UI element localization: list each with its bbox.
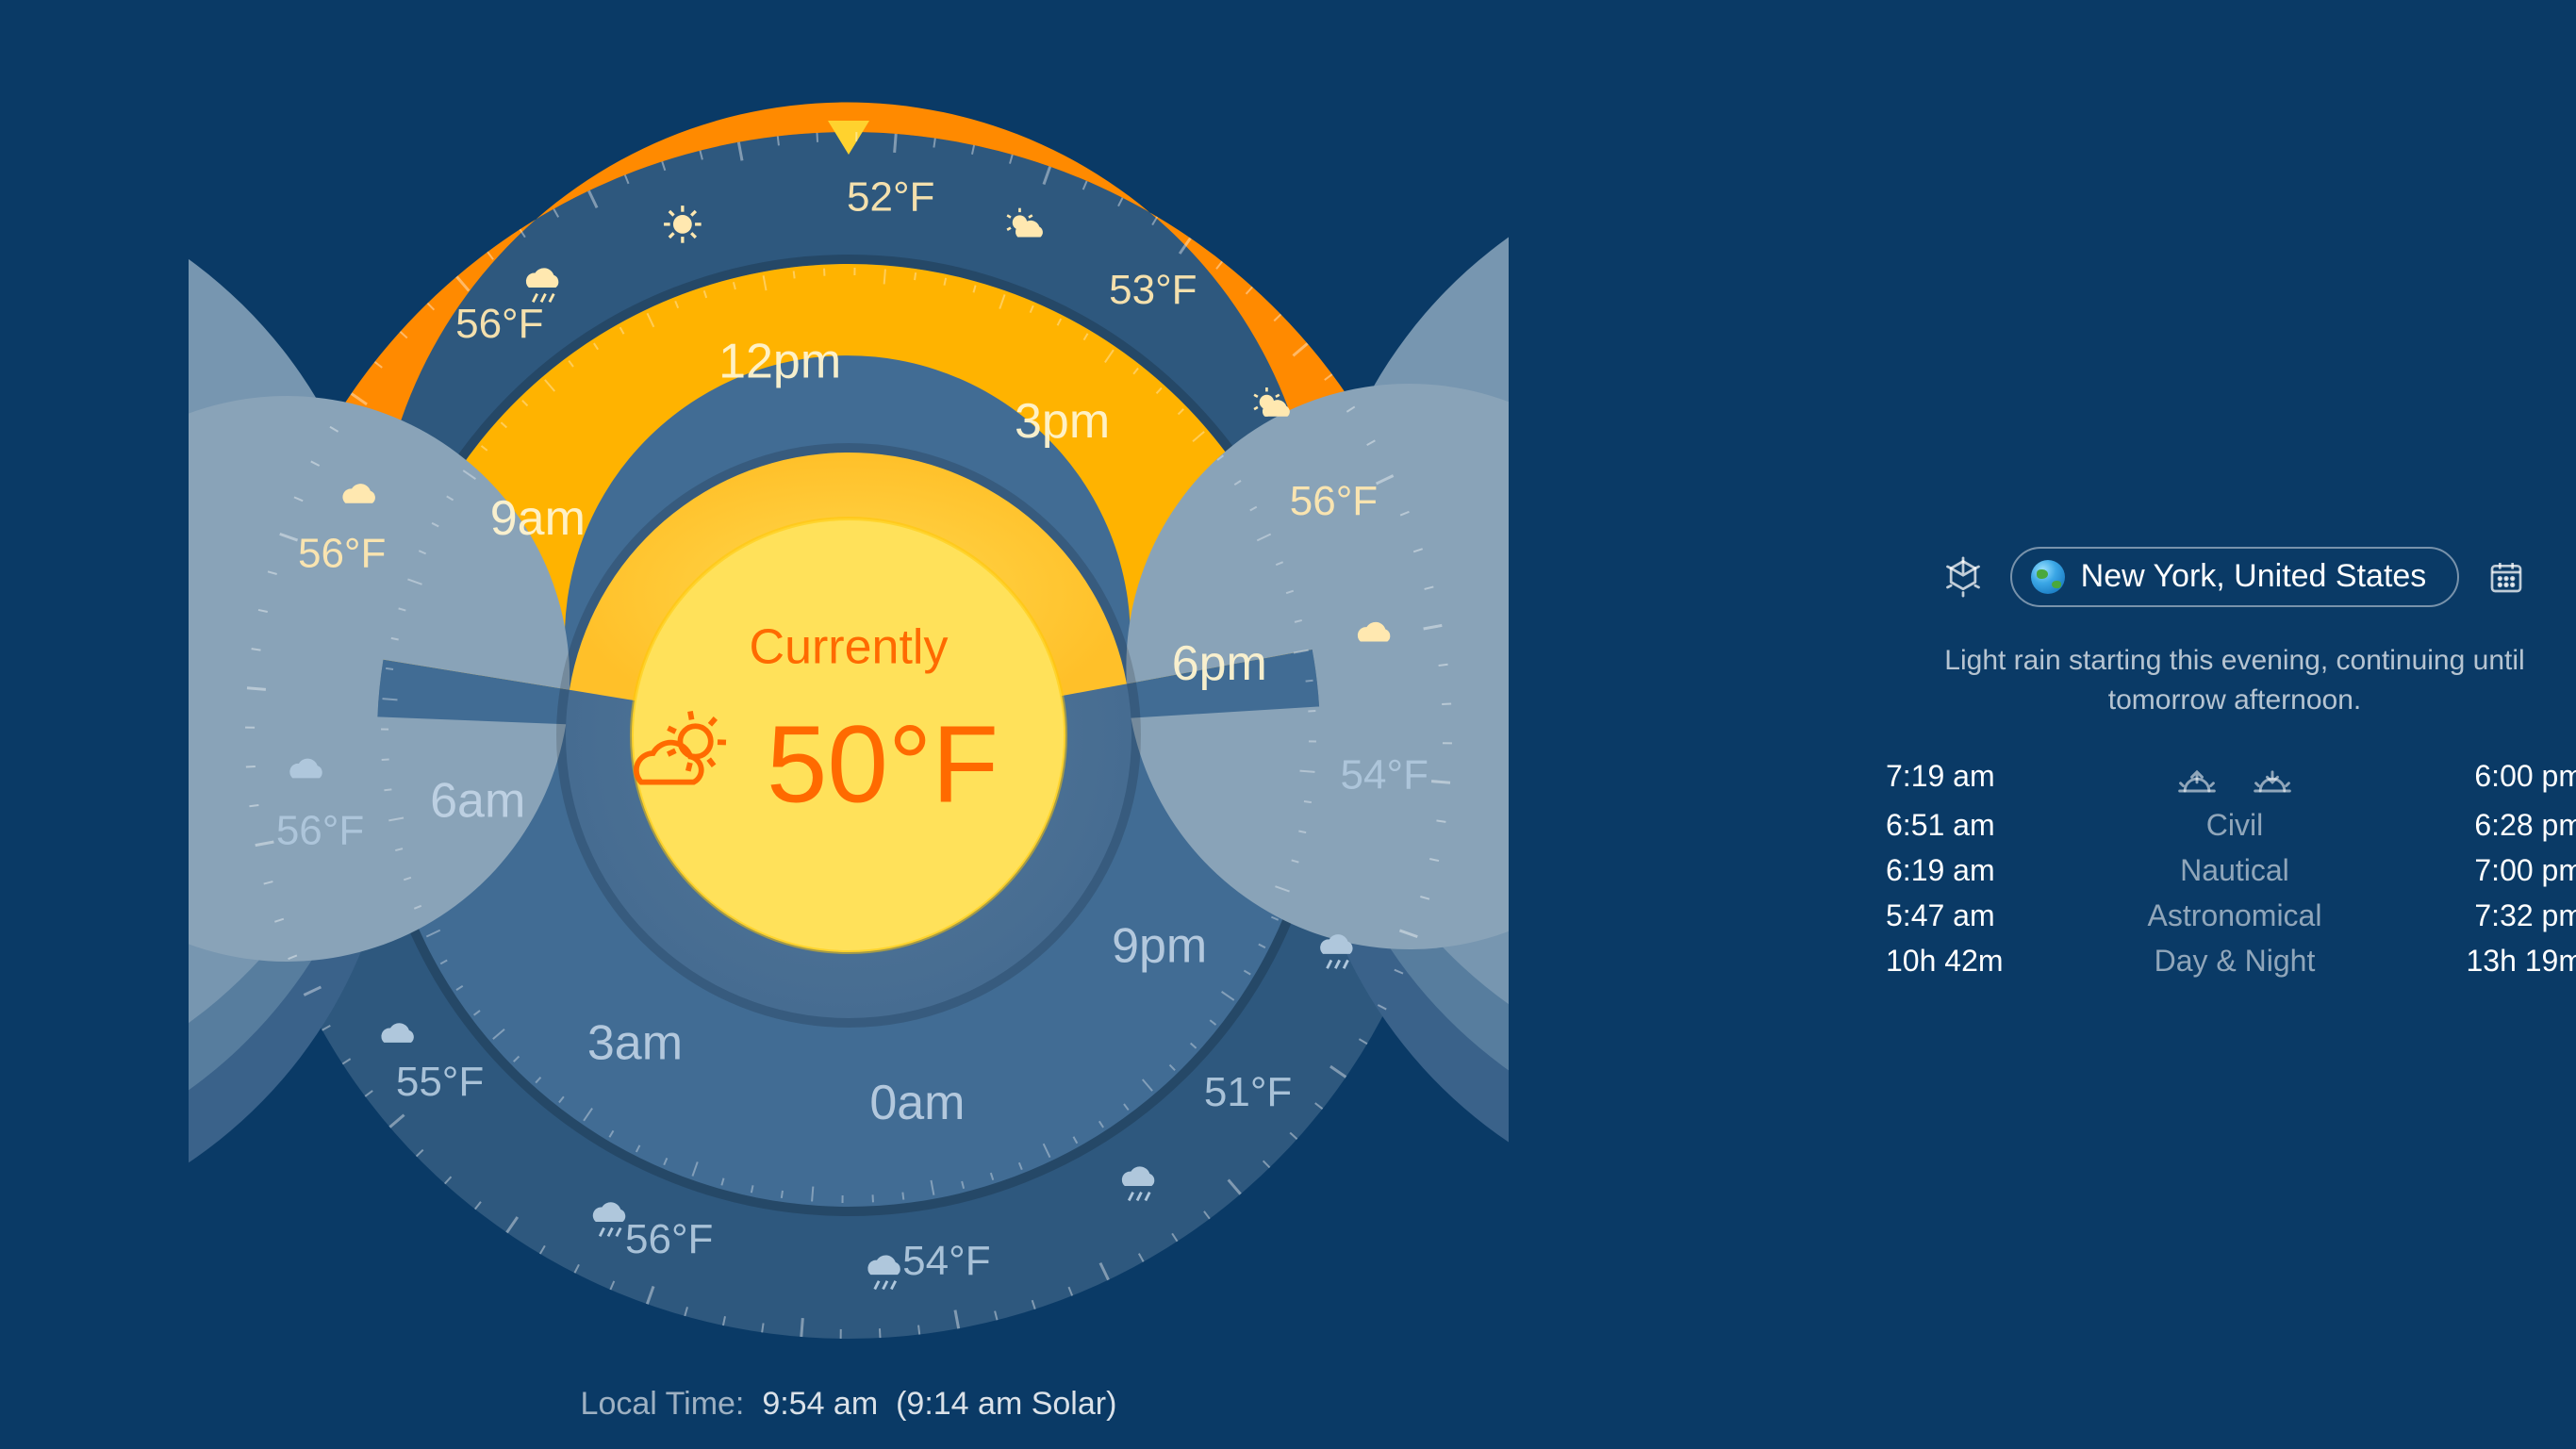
clock-label: 6pm xyxy=(1172,636,1267,691)
ring-temp: 54°F xyxy=(902,1238,990,1284)
sun-table: 7:19 am 6:00 pm 6:51 am Civil 6:28 pm 6:19 a… xyxy=(1886,762,2576,980)
sun-row-left: 7:19 am xyxy=(1886,762,2103,799)
local-time-value: 9:54 am xyxy=(762,1386,878,1422)
location-label: New York, United States xyxy=(2081,558,2427,596)
ring-temp: 52°F xyxy=(847,173,934,220)
ring-temp: 56°F xyxy=(276,807,364,853)
sun-row-right: 6:28 pm xyxy=(2367,811,2576,845)
sun-row-right: 7:00 pm xyxy=(2367,856,2576,890)
clock-label: 0am xyxy=(869,1076,965,1130)
forecast-summary: Light rain starting this evening, contin… xyxy=(1886,641,2576,720)
clock-label: 3am xyxy=(587,1015,683,1070)
location-selector[interactable]: New York, United States xyxy=(2011,547,2459,607)
sun-icon xyxy=(664,206,702,243)
globe-icon xyxy=(2032,560,2066,594)
svg-text:Currently: Currently xyxy=(750,620,949,675)
sun-row-mid: Nautical xyxy=(2148,856,2322,890)
clock-label: 6am xyxy=(430,774,525,829)
sun-row-mid: Astronomical xyxy=(2148,901,2322,935)
sun-row-left: 6:19 am xyxy=(1886,856,2103,890)
ring-temp: 56°F xyxy=(1290,478,1378,524)
sun-row-mid: Civil xyxy=(2148,811,2322,845)
solar-dial[interactable]: 0am 3am 6am 9am 12pm 3pm 6pm 9pm 54°F 56°F 55°F 56°… xyxy=(189,75,1509,1395)
local-time-label: Local Time: xyxy=(581,1386,745,1422)
clock-label: 9am xyxy=(490,491,586,546)
ring-temp: 56°F xyxy=(455,301,543,347)
local-time: Local Time: 9:54 am (9:14 am Solar) xyxy=(189,1386,1509,1424)
sun-row-mid: Day & Night xyxy=(2148,947,2322,980)
ring-temp: 55°F xyxy=(396,1059,484,1105)
calendar-icon[interactable] xyxy=(2481,552,2530,601)
clock-label: 3pm xyxy=(1015,394,1110,449)
ring-temp: 51°F xyxy=(1204,1069,1292,1115)
ar-3d-icon[interactable] xyxy=(1940,552,1989,601)
ring-temp: 53°F xyxy=(1109,267,1197,313)
sun-row-left: 6:51 am xyxy=(1886,811,2103,845)
sun-row-right: 13h 19m xyxy=(2367,947,2576,980)
local-time-solar: (9:14 am Solar) xyxy=(896,1386,1116,1422)
sun-row-left: 5:47 am xyxy=(1886,901,2103,935)
sun-row-left: 10h 42m xyxy=(1886,947,2103,980)
ring-temp: 56°F xyxy=(298,530,386,576)
svg-text:50°F: 50°F xyxy=(767,703,999,826)
clock-label: 9pm xyxy=(1112,918,1207,973)
sun-row-right: 7:32 pm xyxy=(2367,901,2576,935)
sun-row-right: 6:00 pm xyxy=(2367,762,2576,799)
clock-label: 12pm xyxy=(718,334,841,388)
ring-temp: 56°F xyxy=(625,1216,713,1262)
sun-row-mid xyxy=(2148,762,2322,799)
ring-temp: 54°F xyxy=(1341,751,1428,798)
